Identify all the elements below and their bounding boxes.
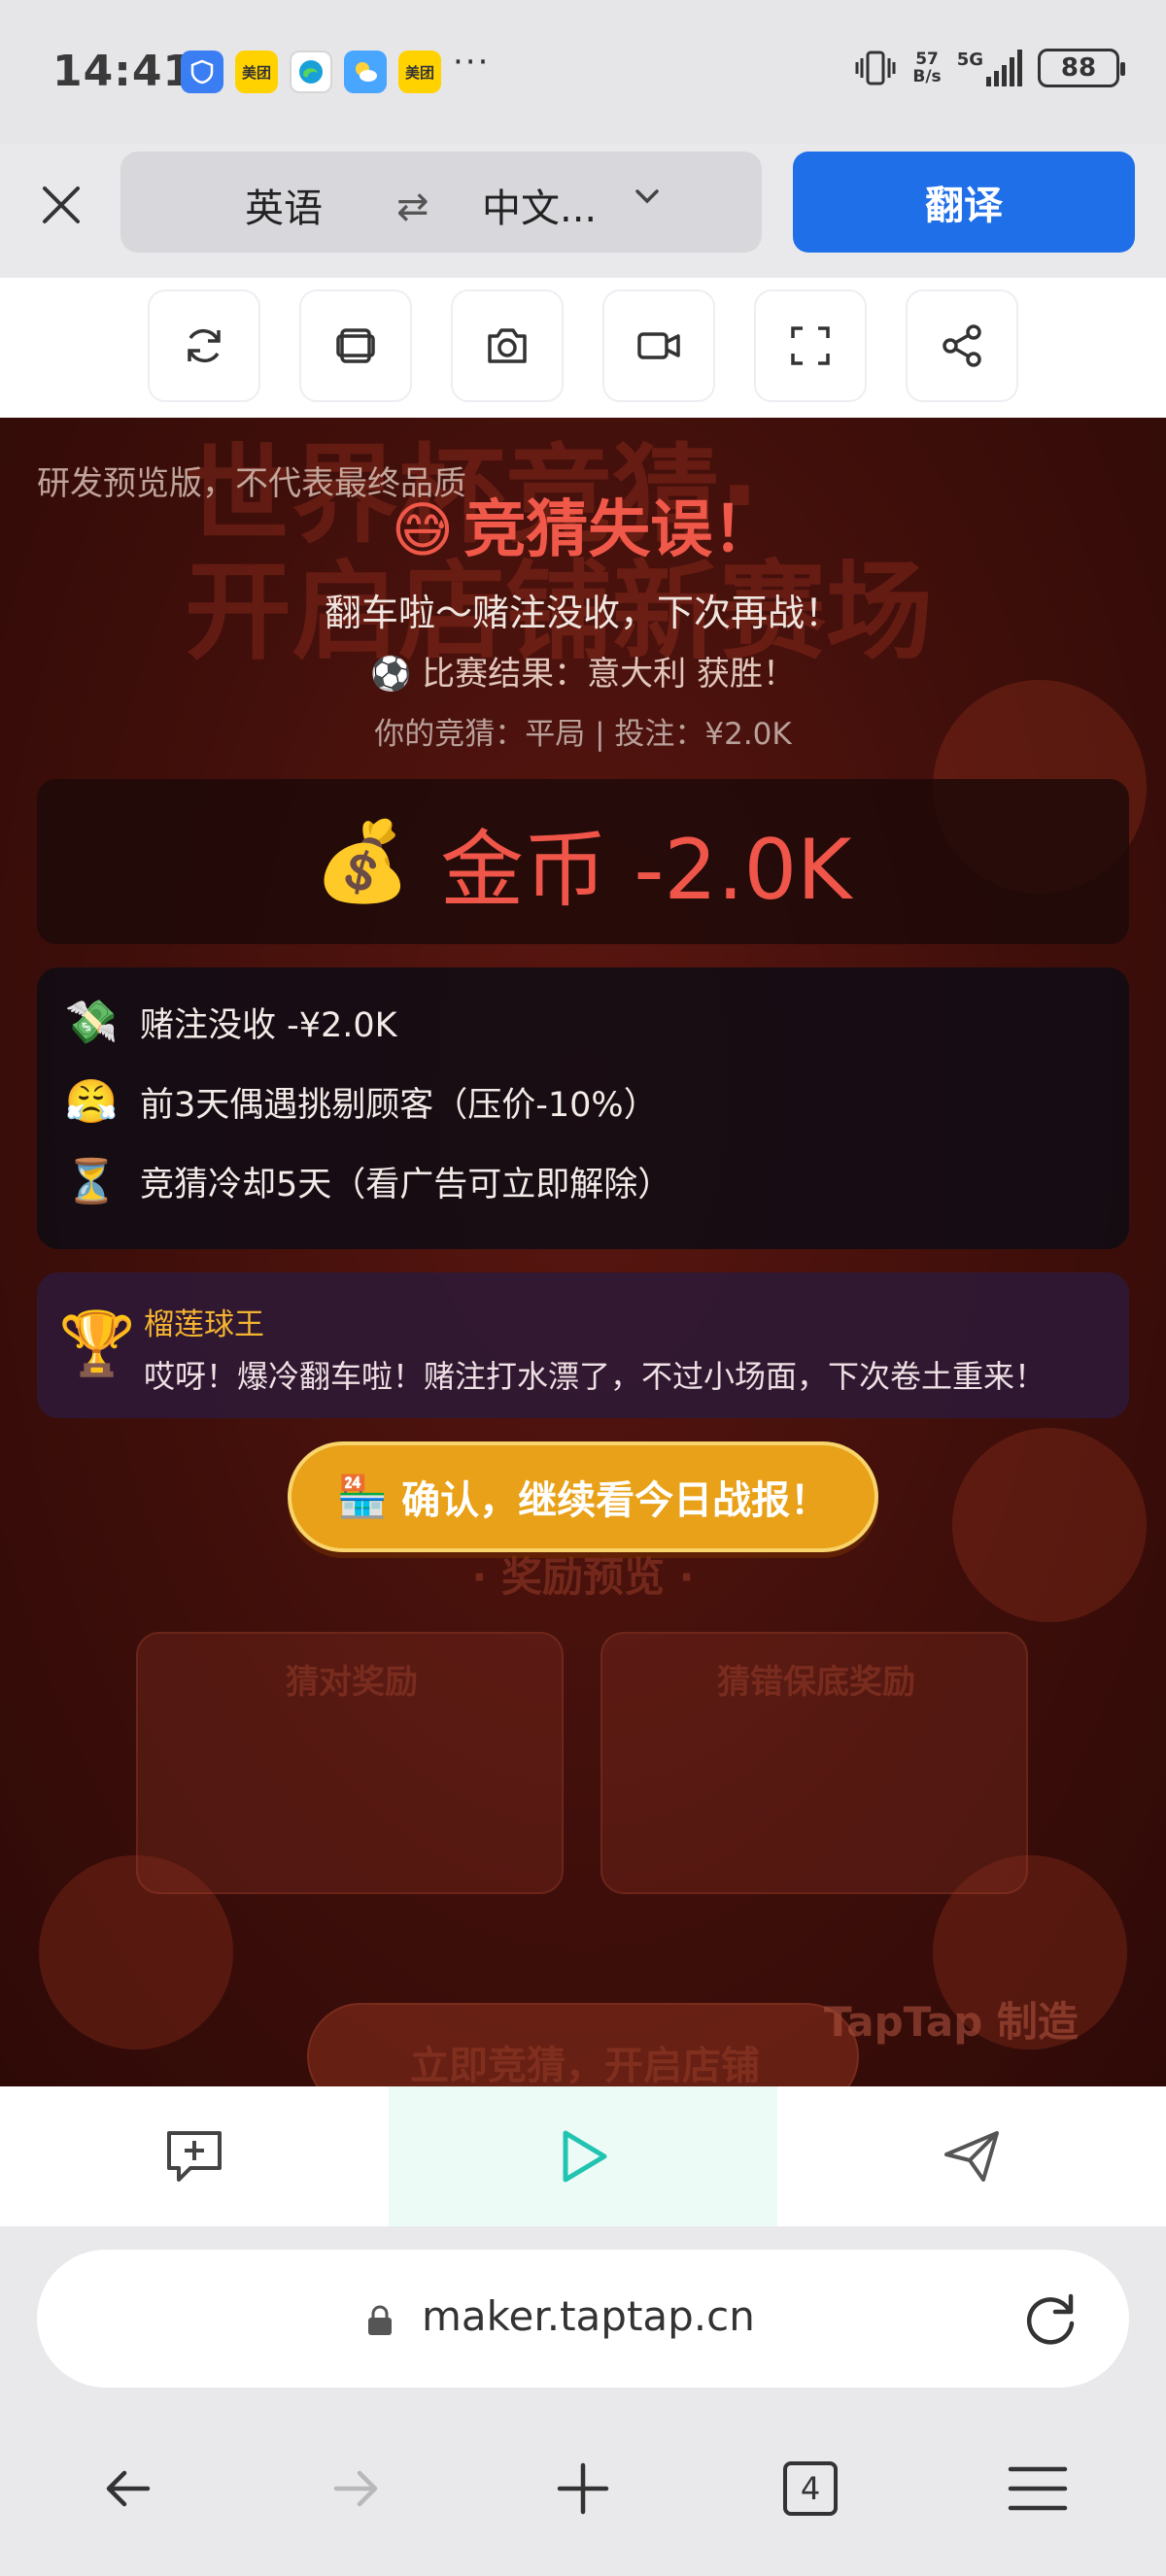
refresh-button[interactable] [148,289,260,402]
coin-change: 金币 -2.0K [440,821,852,919]
record-button[interactable] [602,289,715,402]
result-title: 😅 竞猜失误！ [0,480,1166,569]
coin-change-panel: 💰 金币 -2.0K [37,779,1129,944]
video-icon [637,332,680,359]
more-notifications-icon: ··· [453,43,491,82]
money-wings-icon: 💸 [64,998,119,1047]
match-result-text: 比赛结果：意大利 获胜！ [422,655,796,694]
trophy-icon: 🏆 [58,1308,136,1380]
bg-reward-card-correct: 猜对奖励 [136,1632,564,1894]
translate-button[interactable]: 翻译 [793,152,1135,253]
share-icon [943,324,981,367]
bg-reward-card-wrong: 猜错保底奖励 [600,1632,1028,1894]
money-bag-icon: 💰 [314,816,412,906]
play-button[interactable] [389,2086,777,2226]
vibrate-icon [855,51,896,85]
angry-face-icon: 😤 [64,1077,119,1127]
language-selector[interactable]: 英语 ⇄ 中文... [120,152,762,253]
refresh-icon [188,328,221,363]
bg-reward-title: · 奖励预览 · [471,1553,695,1601]
share-button[interactable] [906,289,1018,402]
store-icon: 🏪 [336,1473,389,1520]
bg-card-title-2: 猜错保底奖励 [717,1663,915,1702]
hourglass-icon: ⏳ [64,1157,119,1206]
screenshot-button[interactable] [451,289,564,402]
edge-app-icon [290,51,332,93]
fullscreen-icon [791,326,830,365]
swap-languages-icon[interactable]: ⇄ [396,185,429,229]
game-toolbar [0,278,1166,418]
detail-text: 前3天偶遇挑剔顾客（压价-10%） [140,1085,658,1125]
copy-button[interactable] [299,289,412,402]
weather-app-icon [344,51,387,93]
arrow-right-icon [333,2470,378,2507]
fullscreen-button[interactable] [754,289,867,402]
penalty-details: 💸 赌注没收 -¥2.0K 😤 前3天偶遇挑剔顾客（压价-10%） ⏳ 竞猜冷却… [37,967,1129,1249]
camera-icon [488,328,527,363]
tabs-button[interactable]: 4 [772,2450,849,2527]
list-item: ⏳ 竞猜冷却5天（看广告可立即解除） [62,1156,672,1206]
match-result: ⚽ 比赛结果：意大利 获胜！ [0,647,1166,695]
bg-start-button: 立即竞猜，开启店铺 [307,2003,859,2086]
signal-icon: 5G [957,50,1022,86]
browser-bottom-area: maker.taptap.cn 4 [0,2226,1166,2576]
send-icon [944,2131,999,2182]
close-icon [43,186,80,223]
net-speed-value: 57 [915,50,939,69]
confirm-label: 确认，继续看今日战报！ [401,1478,830,1523]
new-tab-button[interactable] [544,2450,622,2527]
arrow-left-icon [106,2470,151,2507]
detail-text: 赌注没收 -¥2.0K [140,1005,397,1045]
browser-nav-bar: 4 [0,2421,1166,2547]
target-language[interactable]: 中文... [482,177,597,233]
result-subtitle: 翻车啦～赌注没收，下次再战！ [324,592,841,634]
your-guess: 你的竞猜：平局 | 投注：¥2.0K [374,717,792,752]
list-item: 💸 赌注没收 -¥2.0K [62,997,397,1047]
play-icon [563,2130,607,2183]
game-viewport: 世界杯竞猜· 开启店铺新赛场 · 奖励预览 · 猜对奖励 猜错保底奖励 立即竞猜… [0,418,1166,2086]
plus-icon [557,2462,609,2515]
comment-add-icon [167,2131,222,2182]
lock-icon [368,2305,392,2335]
list-item: 😤 前3天偶遇挑剔顾客（压价-10%） [62,1076,658,1127]
bg-brand-watermark: TapTap 制造 [824,1998,1079,2046]
meituan-app-icon: 美团 [235,51,278,93]
detail-text: 竞猜冷却5天（看广告可立即解除） [140,1165,672,1204]
source-language[interactable]: 英语 [245,177,323,233]
tab-count: 4 [783,2461,838,2516]
net-speed-unit: B/s [912,67,942,86]
menu-button[interactable] [999,2450,1077,2527]
net-speed: 57 B/s [912,51,941,85]
address-bar[interactable]: maker.taptap.cn [37,2250,1129,2388]
bg-card-title: 猜对奖励 [286,1663,418,1702]
battery-indicator: 88 [1038,49,1125,87]
notification-icons: 美团 美团 [181,51,441,93]
forward-button[interactable] [317,2450,394,2527]
reload-icon[interactable] [1020,2288,1080,2349]
comment-button[interactable] [0,2086,389,2226]
game-action-bar [0,2086,1166,2226]
url-text[interactable]: maker.taptap.cn [422,2292,755,2340]
npc-dialogue: 哎呀！爆冷翻车啦！赌注打水漂了，不过小场面，下次卷土重来！ [144,1358,1046,1395]
status-bar: 14:41 美团 美团 ··· 57 B/s 5G 88 [0,0,1166,144]
send-button[interactable] [777,2086,1166,2226]
bg-start-label: 立即竞猜，开启店铺 [410,2044,760,2086]
meituan-app-icon-2: 美团 [398,51,441,93]
menu-icon [1008,2466,1068,2511]
copy-icon [336,328,375,363]
close-translate-button[interactable] [37,181,86,229]
npc-message: 🏆 榴莲球王 哎呀！爆冷翻车啦！赌注打水漂了，不过小场面，下次卷土重来！ [37,1272,1129,1418]
system-indicators: 57 B/s 5G 88 [854,49,1125,87]
sweat-smile-icon: 😅 [391,494,455,565]
clock: 14:41 [52,47,194,96]
back-button[interactable] [89,2450,167,2527]
confirm-continue-button[interactable]: 🏪 确认，继续看今日战报！ [288,1441,878,1552]
security-app-icon [181,51,223,93]
result-title-text: 竞猜失误！ [463,494,775,566]
chevron-down-icon[interactable] [628,177,667,216]
soccer-ball-icon: ⚽ [370,655,412,694]
network-type: 5G [956,50,983,70]
npc-name: 榴莲球王 [144,1307,264,1342]
